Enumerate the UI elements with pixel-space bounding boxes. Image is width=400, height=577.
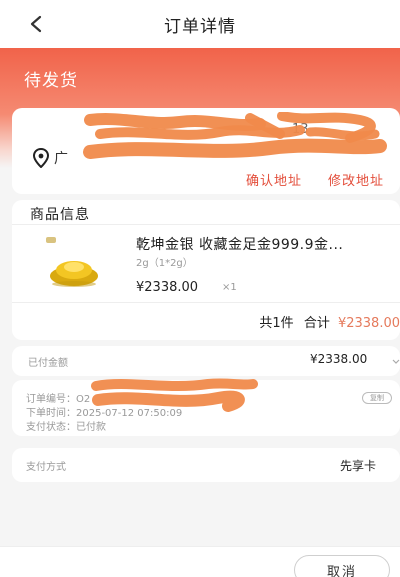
paid-value: ¥2338.00 xyxy=(310,352,368,366)
payment-label: 支付方式 xyxy=(26,462,66,473)
address-detail: 广 xyxy=(54,151,68,167)
order-summary: 共1件 合计 ¥2338.00 xyxy=(259,312,400,331)
paid-label: 已付金额 xyxy=(28,358,68,369)
order-number-row: 订单编号：O2 xyxy=(26,390,90,405)
pay-status-value: 已付款 xyxy=(76,422,106,433)
confirm-address-button[interactable]: 确认地址 xyxy=(246,170,302,189)
edit-address-button[interactable]: 修改地址 xyxy=(328,170,384,189)
summary-count: 共1件 xyxy=(259,316,294,331)
recipient-phone: 13 xyxy=(292,122,309,137)
summary-total-label: 合计 xyxy=(303,316,330,331)
chevron-left-icon xyxy=(30,15,42,33)
payment-method-row[interactable]: 支付方式 先享卡 xyxy=(12,448,400,482)
copy-order-number-button[interactable]: 复制 xyxy=(362,392,392,404)
gold-ingot-image[interactable] xyxy=(42,234,106,296)
location-pin-icon xyxy=(32,148,50,168)
order-time-row: 下单时间：2025-07-12 07:50:09 xyxy=(26,404,182,419)
goods-quantity: ×1 xyxy=(222,282,237,293)
pay-status-label: 支付状态： xyxy=(26,422,76,433)
goods-section-title: 商品信息 xyxy=(30,207,90,223)
goods-card: 商品信息 乾坤金银 收藏金足金999.9金... 2g（1*2g） ¥2338.… xyxy=(12,200,400,340)
divider xyxy=(12,302,400,303)
top-bar: 订单详情 xyxy=(0,0,400,48)
address-actions: 确认地址 修改地址 xyxy=(246,170,384,189)
cancel-order-button[interactable]: 取消 xyxy=(294,555,390,577)
goods-spec: 2g（1*2g） xyxy=(136,258,193,269)
payment-value: 先享卡 xyxy=(340,459,377,473)
back-button[interactable] xyxy=(22,10,50,38)
paid-amount-row[interactable]: 已付金额 ¥2338.00 xyxy=(12,346,400,376)
order-info-card: 订单编号：O2 下单时间：2025-07-12 07:50:09 支付状态：已付… xyxy=(12,380,400,436)
page-title: 订单详情 xyxy=(164,16,236,37)
divider xyxy=(12,224,400,225)
order-status: 待发货 xyxy=(24,71,78,91)
pay-status-row: 支付状态：已付款 xyxy=(26,418,106,433)
bottom-action-bar: 取消 xyxy=(0,546,400,577)
goods-name[interactable]: 乾坤金银 收藏金足金999.9金... xyxy=(136,234,400,254)
chevron-down-icon xyxy=(392,359,400,364)
address-card: 13 广 确认地址 修改地址 xyxy=(12,108,400,194)
summary-total: ¥2338.00 xyxy=(337,316,400,331)
goods-price: ¥2338.00 xyxy=(136,280,199,295)
